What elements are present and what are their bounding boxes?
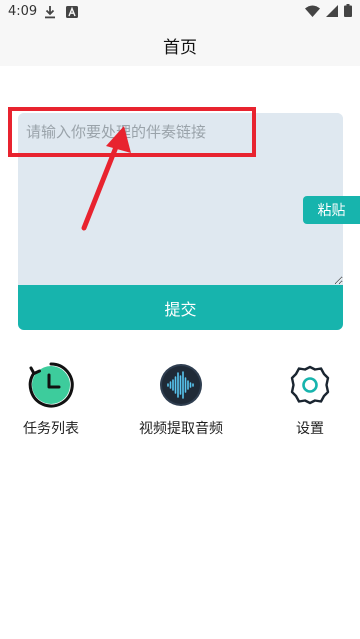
gear-icon — [290, 365, 330, 405]
feature-video-extract-audio[interactable]: 视频提取音频 — [135, 362, 227, 438]
feature-settings[interactable]: 设置 — [287, 362, 333, 438]
title-bar: 首页 — [0, 24, 360, 66]
feature-label: 视频提取音频 — [139, 421, 223, 437]
paste-button[interactable]: 粘贴 — [303, 196, 360, 224]
battery-icon — [344, 4, 352, 17]
wifi-icon — [305, 5, 320, 17]
feature-label: 任务列表 — [23, 421, 79, 437]
task-clock-icon — [28, 362, 74, 408]
page-title: 首页 — [163, 37, 197, 58]
status-time: 4:09 — [8, 4, 38, 19]
a-notification-icon — [66, 6, 78, 18]
feature-task-list[interactable]: 任务列表 — [18, 362, 84, 438]
status-system-icons — [305, 4, 352, 17]
status-bar: 4:09 — [0, 0, 360, 24]
feature-label: 设置 — [296, 421, 324, 437]
download-icon — [45, 6, 55, 19]
submit-button[interactable]: 提交 — [18, 285, 343, 330]
status-notification-icons — [44, 5, 78, 19]
cell-signal-icon — [326, 4, 338, 17]
annotation-highlight-box — [8, 107, 256, 157]
audio-waveform-icon — [160, 364, 202, 406]
